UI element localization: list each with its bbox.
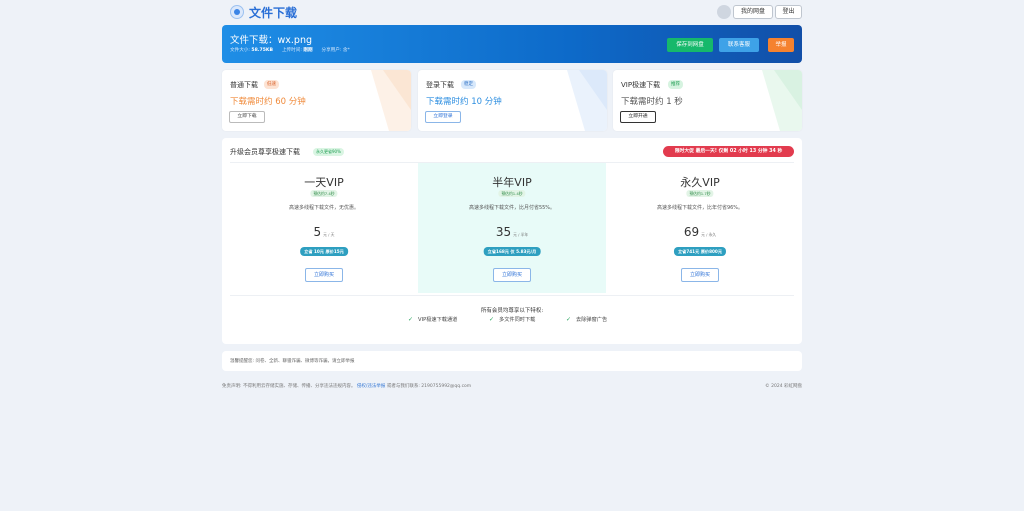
plan-lifetime: 永久VIP 预估约1.7秒 高速多线程下载文件，比年付省96%。 69 元 / 永… [606, 163, 794, 293]
disclaimer: 免责声明: 不得利用云存储实施、存储、传播、分享违法违规内容。 [222, 384, 356, 389]
notice-text: 温馨提醒您: 问卷、全新、聊骚诈骗、微博等诈骗，请立即举报 [230, 359, 355, 364]
plan-speed-tag: 预估约1.4秒 [498, 190, 526, 197]
copyright: © 2024 彩虹网盘 [765, 384, 802, 389]
plan-description: 高速多线程下载文件，无优惠。 [288, 205, 359, 211]
save-to-disk-button[interactable]: 保存到网盘 [667, 38, 713, 52]
buy-now-button[interactable]: 立即购买 [493, 268, 531, 282]
check-icon: ✓ [408, 316, 414, 323]
normal-download-card: 普通下载 低速 下载需时约 60 分钟 立即下载 [222, 70, 411, 131]
activate-vip-button[interactable]: 立即开通 [620, 111, 656, 123]
site-title: 文件下载 [249, 6, 298, 20]
download-time: 下载需时约 1 秒 [621, 97, 683, 107]
plan-half-year: 半年VIP 预估约1.4秒 高速多线程下载文件，比月付省55%。 35 元 / 半… [418, 163, 606, 293]
price-value: 35 [495, 225, 512, 239]
option-name: VIP极速下载 [621, 81, 661, 89]
size-label: 文件大小: [230, 48, 250, 53]
price-value: 5 [313, 225, 322, 239]
avatar[interactable] [717, 5, 731, 19]
divider [230, 295, 794, 296]
speed-badge: 推荐 [668, 80, 683, 89]
vip-panel: 升级会员尊享极速下载 永久更省90% 限时大促 最后一天! 仅剩 02 小时 1… [222, 138, 802, 344]
benefits-title: 所有会员均尊享以下特权: [480, 308, 544, 314]
login-download-card: 登录下载 稳定 下载需时约 10 分钟 立即登录 [418, 70, 607, 131]
plan-name: 永久VIP [680, 176, 720, 189]
card-decoration [762, 70, 802, 131]
logo-icon[interactable] [230, 5, 244, 19]
footer: 免责声明: 不得利用云存储实施、存储、传播、分享违法违规内容。 侵权/违法举报 … [222, 383, 802, 391]
file-meta: 文件大小: 58.75KB 上传时间: 刚刚 分享用户: 含* [230, 47, 350, 53]
plan-description: 高速多线程下载文件，比月付省55%。 [468, 205, 556, 211]
option-name: 普通下载 [230, 81, 258, 89]
plan-name: 半年VIP [492, 176, 532, 189]
benefit-item: ✓ 去除弹窗广告 [566, 316, 607, 323]
speed-badge: 稳定 [461, 80, 476, 89]
plan-saving-note: 立省168元 仅 5.83元/月 [483, 247, 541, 256]
plan-saving-note: 立省 10元 原价15元 [300, 247, 348, 256]
vip-title-badge: 永久更省90% [313, 148, 344, 156]
card-decoration [371, 70, 411, 131]
promo-countdown-badge: 限时大促 最后一天! 仅剩 02 小时 13 分钟 34 秒 [663, 146, 794, 157]
file-banner: 文件下载：wx.png 文件大小: 58.75KB 上传时间: 刚刚 分享用户:… [222, 25, 802, 63]
plan-price: 69 元 / 永久 [606, 225, 794, 239]
benefit-item: ✓ 多文件同时下载 [489, 316, 535, 323]
report-button[interactable]: 举报 [768, 38, 794, 52]
plan-speed-tag: 预估约7.4秒 [310, 190, 338, 197]
download-time: 下载需时约 10 分钟 [426, 97, 502, 107]
notice-box: 温馨提醒您: 问卷、全新、聊骚诈骗、微博等诈骗，请立即举报 [222, 351, 802, 371]
option-name: 登录下载 [426, 81, 454, 89]
price-unit: 元 / 天 [323, 232, 335, 237]
price-value: 69 [683, 225, 700, 239]
size-value: 58.75KB [251, 48, 273, 53]
vip-download-card: VIP极速下载 推荐 下载需时约 1 秒 立即开通 [613, 70, 802, 131]
benefit-label: 多文件同时下载 [499, 317, 536, 323]
contact-support-button[interactable]: 联系客服 [719, 38, 759, 52]
benefit-label: VIP极速下载通道 [418, 317, 458, 323]
report-link[interactable]: 侵权/违法举报 [357, 384, 386, 389]
plan-description: 高速多线程下载文件，比年付省96%。 [656, 205, 744, 211]
login-now-button[interactable]: 立即登录 [425, 111, 461, 123]
benefit-label: 去除弹窗广告 [576, 317, 608, 323]
buy-now-button[interactable]: 立即购买 [305, 268, 343, 282]
top-bar: 文件下载 我的网盘 登出 [222, 3, 802, 23]
price-unit: 元 / 永久 [701, 232, 717, 237]
plan-speed-tag: 预估约1.7秒 [686, 190, 714, 197]
plan-saving-note: 立省741元 原价800元 [673, 247, 727, 256]
plan-price: 35 元 / 半年 [418, 225, 606, 239]
plan-day: 一天VIP 预估约7.4秒 高速多线程下载文件，无优惠。 5元 / 天 立省 1… [230, 163, 418, 293]
plan-price: 5元 / 天 [230, 225, 418, 239]
vip-title: 升级会员尊享极速下载 [230, 148, 300, 156]
buy-now-button[interactable]: 立即购买 [681, 268, 719, 282]
download-now-button[interactable]: 立即下载 [229, 111, 265, 123]
card-decoration [567, 70, 607, 131]
logout-button[interactable]: 登出 [775, 5, 802, 19]
share-label: 分享用户: [321, 48, 342, 53]
download-time: 下载需时约 60 分钟 [230, 97, 306, 107]
file-title: 文件下载：wx.png [230, 35, 312, 46]
share-value: 含* [342, 48, 350, 53]
upload-value: 刚刚 [303, 48, 313, 53]
upload-label: 上传时间: [281, 48, 302, 53]
speed-badge: 低速 [264, 80, 279, 89]
check-icon: ✓ [489, 316, 495, 323]
price-unit: 元 / 半年 [513, 232, 529, 237]
benefit-item: ✓ VIP极速下载通道 [408, 316, 457, 323]
contact-email: 或者与我们联系: 2190755992@qq.com [386, 384, 472, 389]
my-disk-button[interactable]: 我的网盘 [733, 5, 773, 19]
plan-name: 一天VIP [304, 176, 344, 189]
check-icon: ✓ [566, 316, 572, 323]
